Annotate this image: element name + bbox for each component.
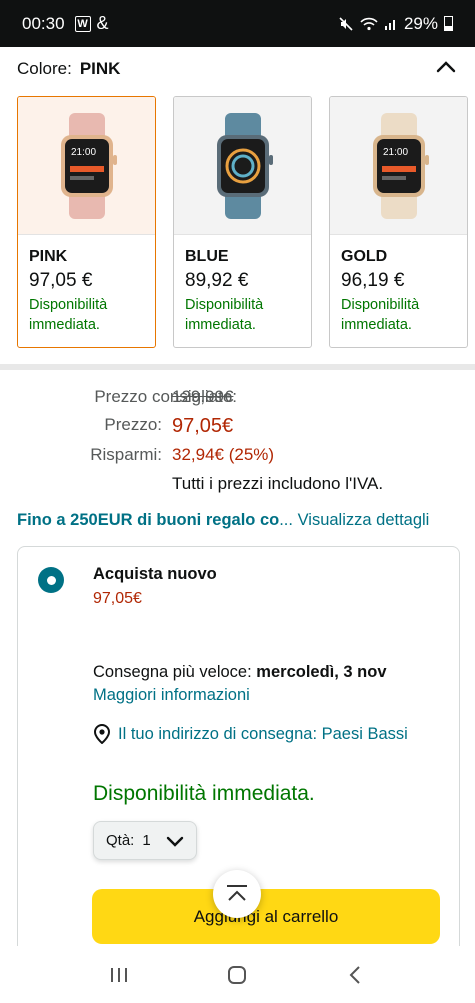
back-icon[interactable] (345, 964, 367, 986)
swatch-price: 96,19 € (341, 270, 405, 291)
savings-label: Risparmi: (90, 445, 162, 464)
swatch-pink[interactable]: 21:00 PINK 97,05 € Disponibilità immedia… (17, 96, 156, 348)
swatch-name: BLUE (185, 248, 229, 265)
price-value: 97,05€ (172, 415, 234, 437)
watch-image (174, 97, 311, 235)
buy-option-title: Acquista nuovo (93, 565, 217, 583)
quantity-value: 1 (142, 832, 151, 849)
availability-status: Disponibilità immediata. (93, 782, 315, 805)
delivery-info: Consegna più veloce: mercoledì, 3 nov (93, 663, 387, 682)
svg-text:21:00: 21:00 (71, 147, 96, 158)
delivery-date: mercoledì, 3 nov (256, 663, 387, 681)
price-row: Prezzo: 97,05€ (0, 415, 475, 439)
promo-text: Fino a 250EUR di buoni regalo co (17, 511, 280, 529)
status-time: 00:30 (22, 13, 65, 33)
savings-value: 32,94€ (25%) (172, 445, 275, 464)
chevron-down-icon (166, 835, 184, 847)
swatch-price: 89,92 € (185, 270, 249, 291)
delivery-prefix: Consegna più veloce: (93, 663, 252, 681)
watch-image: 21:00 (18, 97, 155, 235)
color-selector-header: Colore: PINK (17, 57, 457, 81)
home-icon[interactable] (226, 964, 248, 986)
promo-details-link[interactable]: Visualizza dettagli (298, 511, 430, 529)
swatch-price: 97,05 € (29, 270, 93, 291)
watch-image: 21:00 (330, 97, 467, 235)
color-label: Colore: (17, 59, 72, 78)
promo-ellipsis: ... (279, 511, 293, 529)
w-notification-icon: W (74, 15, 91, 32)
scroll-to-top-button[interactable] (213, 870, 261, 918)
delivery-address-link[interactable]: Il tuo indirizzo di consegna: Paesi Bass… (93, 724, 408, 744)
battery-percent: 29% (403, 13, 438, 33)
swatch-name: GOLD (341, 248, 388, 265)
vat-note: Tutti i prezzi includono l'IVA. (172, 474, 384, 493)
savings-row: Risparmi: 32,94€ (25%) (0, 445, 475, 469)
quantity-label: Qtà: (106, 832, 135, 849)
battery-icon (444, 16, 453, 31)
buy-option-price: 97,05€ (93, 590, 142, 607)
swatch-availability: Disponibilità immediata. (341, 297, 420, 333)
add-to-cart-button[interactable]: Aggiungi al carrello (92, 889, 440, 944)
list-price-row: Prezzo consigliato: 129,99€ (0, 387, 475, 411)
list-price-value: 129,99€ (172, 387, 234, 406)
recent-apps-icon[interactable] (108, 965, 130, 985)
swatch-name: PINK (29, 248, 68, 265)
mute-icon (339, 16, 353, 31)
scroll-up-icon (227, 885, 247, 901)
notification-icon: & (96, 13, 109, 33)
color-value: PINK (79, 59, 121, 78)
location-pin-icon (93, 724, 111, 744)
radio-button-selected[interactable] (38, 567, 64, 593)
quantity-dropdown[interactable]: Qtà: 1 (93, 821, 197, 860)
wifi-icon (360, 17, 378, 30)
price-label: Prezzo: (104, 415, 162, 434)
promo-line[interactable]: Fino a 250EUR di buoni regalo co... Visu… (17, 511, 429, 530)
system-nav-bar (0, 946, 475, 1003)
section-divider (0, 364, 475, 370)
swatch-availability: Disponibilità immediata. (185, 297, 264, 333)
swatch-gold[interactable]: 21:00 GOLD 96,19 € Disponibilità immedia… (329, 96, 468, 348)
chevron-up-icon[interactable] (435, 59, 457, 79)
signal-icon (384, 19, 395, 30)
status-bar: 00:30 W & 29% (0, 0, 475, 47)
swatch-availability: Disponibilità immediata. (29, 297, 108, 333)
svg-text:21:00: 21:00 (383, 147, 408, 158)
swatch-blue[interactable]: BLUE 89,92 € Disponibilità immediata. (173, 96, 312, 348)
color-swatches: 21:00 PINK 97,05 € Disponibilità immedia… (17, 96, 468, 348)
more-info-link[interactable]: Maggiori informazioni (93, 686, 250, 705)
vat-row: Tutti i prezzi includono l'IVA. (0, 474, 475, 498)
delivery-address-text: Il tuo indirizzo di consegna: Paesi Bass… (118, 724, 408, 743)
